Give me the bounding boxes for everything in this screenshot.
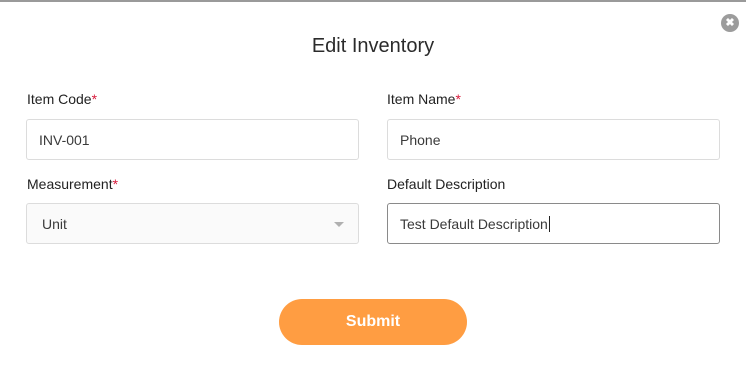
item-name-input[interactable]: Phone	[387, 119, 720, 160]
item-name-label: Item Name	[387, 91, 456, 107]
modal-title: Edit Inventory	[311, 35, 435, 57]
chevron-down-icon	[334, 222, 344, 227]
item-code-input[interactable]: INV-001	[26, 119, 359, 160]
default-description-label: Default Description	[387, 176, 506, 192]
default-description-label-group: Default Description	[387, 176, 505, 192]
item-code-label: Item Code	[27, 91, 92, 107]
text-cursor	[548, 215, 550, 232]
edit-inventory-modal: ✖ Edit Inventory Item Code* INV-001 Item…	[0, 2, 746, 366]
close-button[interactable]: ✖	[721, 14, 739, 32]
item-code-label-group: Item Code*	[27, 91, 97, 107]
item-code-value: INV-001	[39, 131, 90, 148]
measurement-label: Measurement	[27, 176, 113, 192]
item-name-value: Phone	[400, 131, 441, 148]
default-description-input[interactable]: Test Default Description	[387, 203, 720, 244]
close-icon: ✖	[725, 16, 735, 29]
measurement-select[interactable]: Unit	[26, 203, 359, 244]
submit-button[interactable]: Submit	[279, 299, 467, 345]
required-marker: *	[91, 91, 98, 107]
default-description-value: Test Default Description	[400, 215, 548, 232]
measurement-label-group: Measurement*	[27, 176, 118, 192]
required-marker: *	[112, 176, 119, 192]
required-marker: *	[455, 91, 461, 107]
item-name-label-group: Item Name*	[387, 91, 461, 107]
measurement-value: Unit	[42, 215, 67, 232]
